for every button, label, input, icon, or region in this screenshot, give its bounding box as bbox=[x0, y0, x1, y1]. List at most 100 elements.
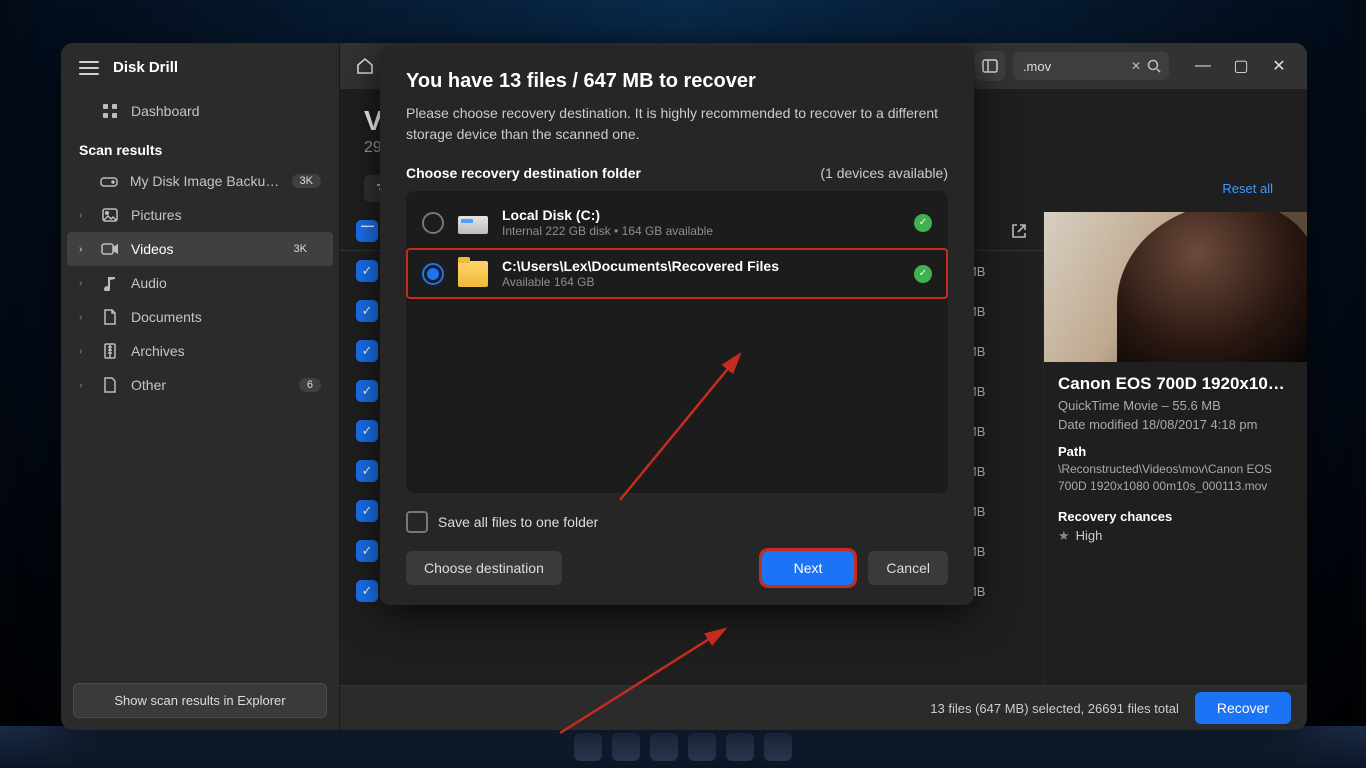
chevron-right-icon: › bbox=[79, 312, 89, 323]
grid-icon bbox=[101, 102, 119, 120]
row-checkbox[interactable]: ✓ bbox=[356, 580, 378, 602]
chevron-right-icon: › bbox=[79, 244, 89, 255]
file-icon bbox=[101, 376, 119, 394]
minimize-button[interactable]: — bbox=[1185, 51, 1221, 81]
preview-panel: Canon EOS 700D 1920x10… QuickTime Movie … bbox=[1043, 212, 1307, 685]
sidebar-item-dashboard[interactable]: Dashboard bbox=[61, 94, 339, 128]
destination-option-recovered-folder[interactable]: C:\Users\Lex\Documents\Recovered Files A… bbox=[406, 248, 948, 299]
chevron-right-icon: › bbox=[79, 210, 89, 221]
sidebar-item-documents[interactable]: › Documents bbox=[61, 300, 339, 334]
taskbar-icon[interactable] bbox=[688, 733, 716, 761]
clear-icon[interactable]: ✕ bbox=[1131, 59, 1141, 73]
home-icon[interactable] bbox=[350, 51, 380, 81]
sidebar-item-audio[interactable]: › Audio bbox=[61, 266, 339, 300]
sidebar-item-label: Other bbox=[131, 377, 166, 393]
search-input[interactable] bbox=[1021, 58, 1125, 75]
disk-icon bbox=[100, 172, 118, 190]
recover-button[interactable]: Recover bbox=[1195, 692, 1291, 724]
preview-meta: QuickTime Movie – 55.6 MB bbox=[1058, 398, 1293, 413]
window-controls: — ▢ ✕ bbox=[1185, 51, 1297, 81]
taskbar-icon[interactable] bbox=[764, 733, 792, 761]
sidebar-item-label: Audio bbox=[131, 275, 167, 291]
row-checkbox[interactable]: ✓ bbox=[356, 340, 378, 362]
sidebar-item-label: Documents bbox=[131, 309, 202, 325]
row-checkbox[interactable]: ✓ bbox=[356, 380, 378, 402]
cancel-button[interactable]: Cancel bbox=[868, 551, 948, 585]
next-button[interactable]: Next bbox=[762, 551, 855, 585]
sidebar-item-other[interactable]: › Other 6 bbox=[61, 368, 339, 402]
preview-date: Date modified 18/08/2017 4:18 pm bbox=[1058, 417, 1293, 432]
recovery-destination-dialog: You have 13 files / 647 MB to recover Pl… bbox=[380, 46, 974, 605]
star-icon: ★ bbox=[1058, 528, 1070, 544]
row-checkbox[interactable]: ✓ bbox=[356, 420, 378, 442]
folder-icon bbox=[458, 261, 488, 287]
preview-recovery-value: ★ High bbox=[1058, 528, 1293, 544]
sidebar-heading-scan-results: Scan results bbox=[61, 128, 339, 164]
taskbar-icon[interactable] bbox=[650, 733, 678, 761]
preview-recovery-label: Recovery chances bbox=[1058, 509, 1293, 524]
search-field[interactable]: ✕ bbox=[1013, 52, 1169, 80]
sidebar-toggle-icon[interactable] bbox=[975, 51, 1005, 81]
dialog-subheading: Choose recovery destination folder bbox=[406, 165, 641, 181]
preview-thumbnail bbox=[1044, 212, 1307, 362]
dialog-title: You have 13 files / 647 MB to recover bbox=[406, 70, 948, 93]
chevron-right-icon: › bbox=[79, 278, 89, 289]
row-checkbox[interactable]: ✓ bbox=[356, 460, 378, 482]
close-button[interactable]: ✕ bbox=[1261, 51, 1297, 81]
radio-button[interactable] bbox=[422, 212, 444, 234]
dialog-description: Please choose recovery destination. It i… bbox=[406, 103, 948, 145]
drive-icon bbox=[458, 216, 488, 234]
sidebar-item-pictures[interactable]: › Pictures bbox=[61, 198, 339, 232]
maximize-button[interactable]: ▢ bbox=[1223, 51, 1259, 81]
row-checkbox[interactable]: ✓ bbox=[356, 540, 378, 562]
sidebar-item-label: My Disk Image Backup.d… bbox=[130, 173, 280, 189]
sidebar-item-label: Archives bbox=[131, 343, 185, 359]
check-icon: ✓ bbox=[914, 265, 932, 283]
preview-filename: Canon EOS 700D 1920x10… bbox=[1058, 374, 1293, 394]
selection-status: 13 files (647 MB) selected, 26691 files … bbox=[930, 701, 1179, 716]
choose-destination-button[interactable]: Choose destination bbox=[406, 551, 562, 585]
search-icon[interactable] bbox=[1147, 59, 1161, 73]
video-icon bbox=[101, 240, 119, 258]
taskbar-icon[interactable] bbox=[612, 733, 640, 761]
destination-name: C:\Users\Lex\Documents\Recovered Files bbox=[502, 258, 900, 274]
menu-icon[interactable] bbox=[79, 61, 99, 75]
open-external-icon[interactable] bbox=[1011, 223, 1027, 239]
preview-path-label: Path bbox=[1058, 444, 1293, 459]
music-icon bbox=[101, 274, 119, 292]
taskbar-icon[interactable] bbox=[574, 733, 602, 761]
sidebar-item-archives[interactable]: › Archives bbox=[61, 334, 339, 368]
destination-name: Local Disk (C:) bbox=[502, 207, 900, 223]
checkbox[interactable] bbox=[406, 511, 428, 533]
document-icon bbox=[101, 308, 119, 326]
chevron-right-icon: › bbox=[79, 346, 89, 357]
image-icon bbox=[101, 206, 119, 224]
os-taskbar bbox=[0, 726, 1366, 768]
app-brand: Disk Drill bbox=[113, 59, 178, 76]
sidebar-item-source[interactable]: My Disk Image Backup.d… 3K bbox=[61, 164, 339, 198]
count-badge: 6 bbox=[299, 378, 321, 392]
sidebar-item-label: Videos bbox=[131, 241, 174, 257]
select-all-checkbox[interactable] bbox=[356, 220, 378, 242]
destination-sub: Internal 222 GB disk • 164 GB available bbox=[502, 224, 900, 238]
save-one-folder-option[interactable]: Save all files to one folder bbox=[406, 511, 948, 533]
reset-all-link[interactable]: Reset all bbox=[1222, 181, 1283, 196]
sidebar: Disk Drill Dashboard Scan results My Dis… bbox=[61, 43, 340, 730]
destination-option-local-disk[interactable]: Local Disk (C:) Internal 222 GB disk • 1… bbox=[406, 197, 948, 248]
sidebar-item-label: Dashboard bbox=[131, 103, 200, 119]
count-badge: 3K bbox=[292, 174, 321, 188]
show-in-explorer-button[interactable]: Show scan results in Explorer bbox=[73, 683, 327, 718]
preview-path-value: \Reconstructed\Videos\mov\Canon EOS 700D… bbox=[1058, 461, 1293, 495]
taskbar-icon[interactable] bbox=[726, 733, 754, 761]
row-checkbox[interactable]: ✓ bbox=[356, 500, 378, 522]
check-icon: ✓ bbox=[914, 214, 932, 232]
sidebar-item-videos[interactable]: › Videos 3K bbox=[67, 232, 333, 266]
row-checkbox[interactable]: ✓ bbox=[356, 260, 378, 282]
status-bar: 13 files (647 MB) selected, 26691 files … bbox=[340, 685, 1307, 730]
row-checkbox[interactable]: ✓ bbox=[356, 300, 378, 322]
devices-available-label: (1 devices available) bbox=[820, 165, 948, 181]
archive-icon bbox=[101, 342, 119, 360]
destination-list: Local Disk (C:) Internal 222 GB disk • 1… bbox=[406, 191, 948, 493]
sidebar-item-label: Pictures bbox=[131, 207, 182, 223]
radio-button[interactable] bbox=[422, 263, 444, 285]
